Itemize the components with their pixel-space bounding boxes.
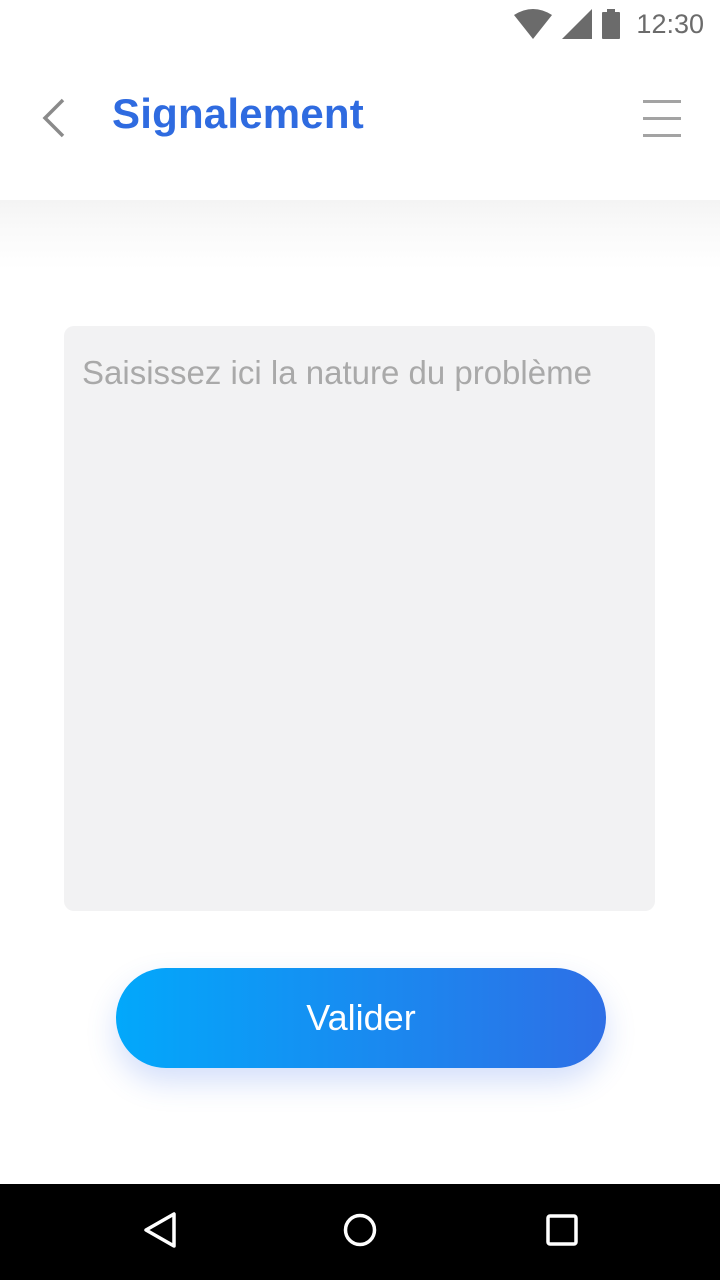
nav-home-button[interactable] (336, 1208, 384, 1256)
back-button[interactable] (34, 96, 74, 144)
status-bar: 12:30 (0, 0, 720, 48)
battery-icon (602, 9, 621, 39)
header-shadow (0, 200, 720, 270)
submit-button[interactable]: Valider (116, 968, 606, 1068)
signalement-screen: 12:30 Signalement Valider (0, 0, 720, 1280)
page-title: Signalement (112, 90, 364, 137)
app-bar: Signalement (0, 48, 720, 200)
nav-back-icon (142, 1211, 178, 1254)
chevron-left-icon (41, 98, 67, 143)
navigation-bar (0, 1184, 720, 1280)
nav-recents-button[interactable] (538, 1208, 586, 1256)
nav-back-button[interactable] (136, 1208, 184, 1256)
wifi-icon (514, 9, 553, 39)
hamburger-menu-icon (640, 100, 684, 144)
menu-button[interactable] (640, 96, 684, 140)
nav-recents-icon (545, 1213, 579, 1252)
nav-home-icon (342, 1212, 378, 1253)
cellular-signal-icon (562, 9, 593, 39)
problem-description-input[interactable] (64, 326, 655, 911)
status-time: 12:30 (636, 8, 704, 39)
